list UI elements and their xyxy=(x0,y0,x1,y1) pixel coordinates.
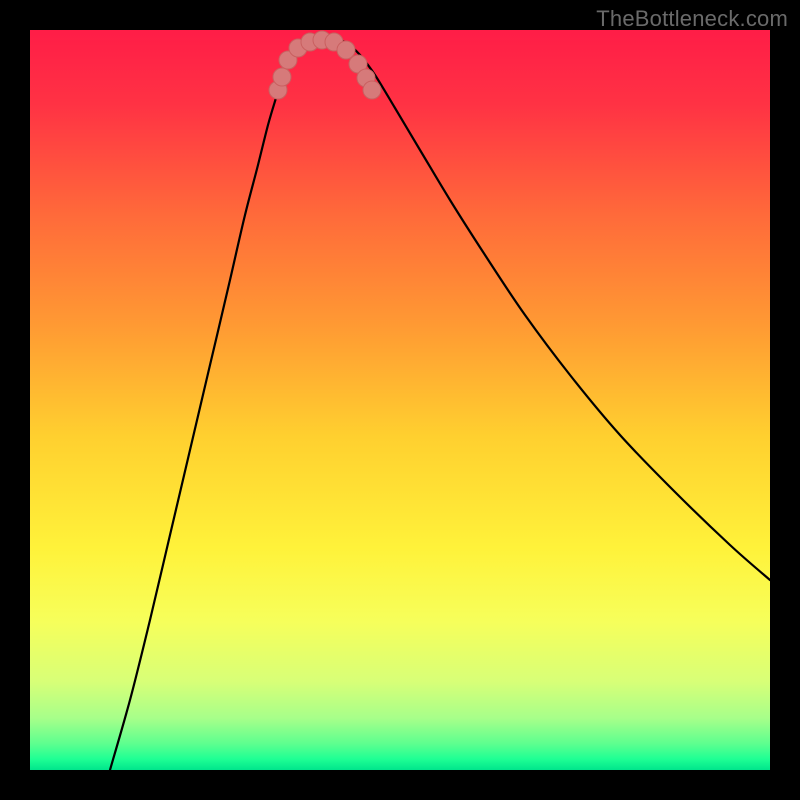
curve-layer xyxy=(30,30,770,770)
outer-frame: TheBottleneck.com xyxy=(0,0,800,800)
marker-dot xyxy=(363,81,381,99)
watermark-text: TheBottleneck.com xyxy=(596,6,788,32)
bottleneck-curve xyxy=(110,40,770,770)
marker-dot xyxy=(337,41,355,59)
marker-dot xyxy=(273,68,291,86)
plot-area xyxy=(30,30,770,770)
highlight-markers xyxy=(269,31,381,99)
